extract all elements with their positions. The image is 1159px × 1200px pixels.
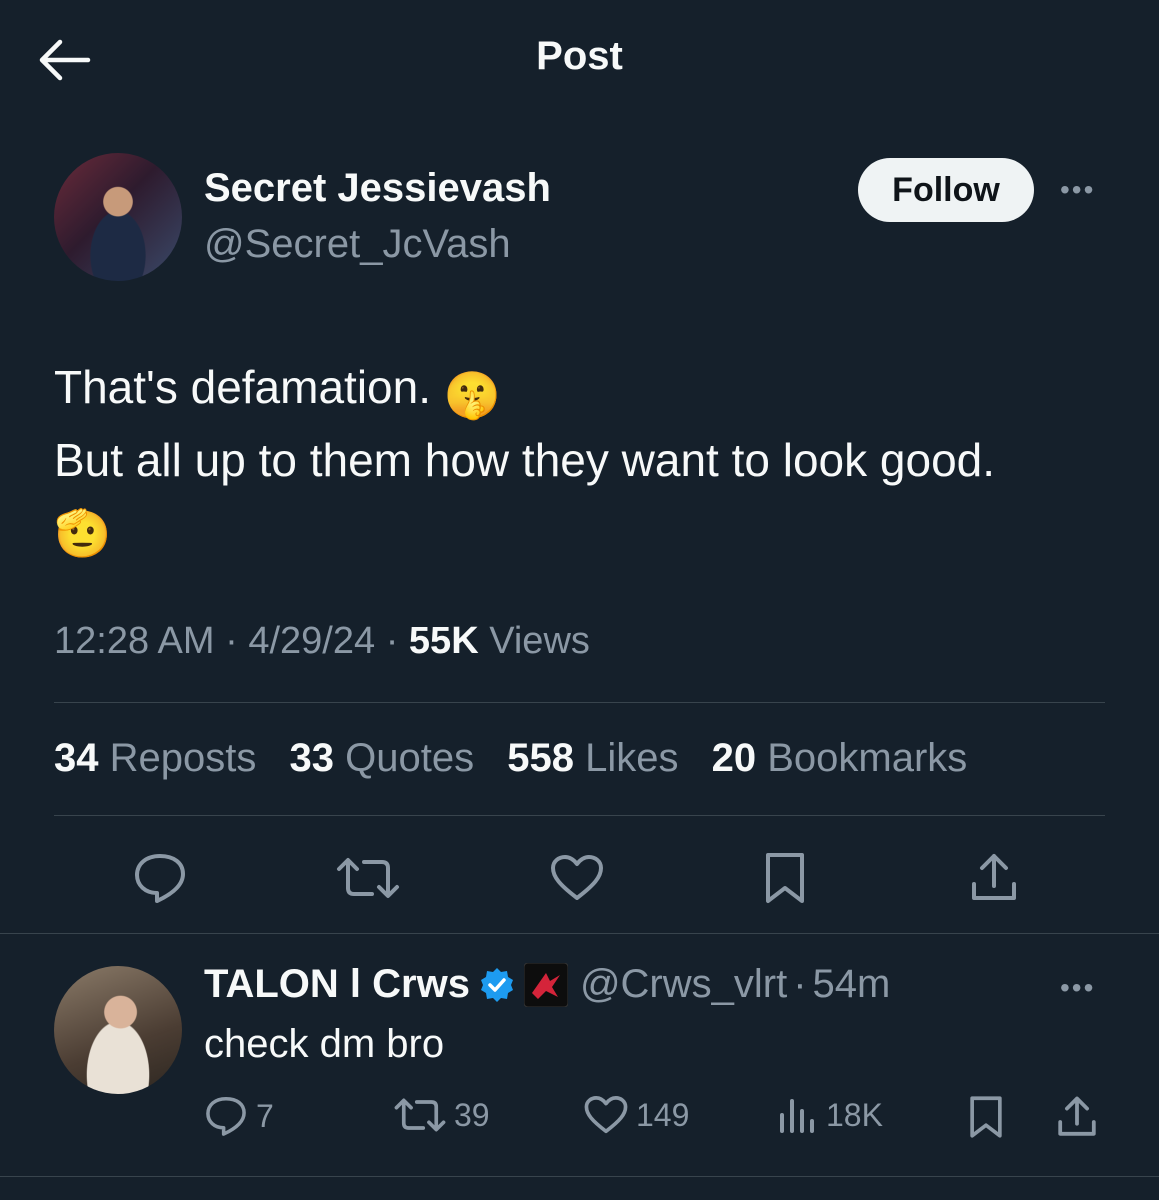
post-stats: 34 Reposts 33 Quotes 558 Likes 20 Bookma… [54,736,989,781]
post-text-line1: That's defamation. [54,361,431,413]
reply-likes-count: 149 [636,1096,690,1133]
reply-author-handle[interactable]: @Crws_vlrt [580,962,787,1007]
quotes-stat[interactable]: 33 Quotes [290,736,475,780]
reply-icon[interactable] [128,846,192,910]
reposts-label: Reposts [109,736,257,780]
reply-icon [206,1096,246,1136]
reply-more-options-icon[interactable]: ••• [1060,972,1095,1004]
bookmark-icon[interactable] [753,846,817,910]
post-text: That's defamation. 🤫 But all up to them … [54,355,1114,566]
reply-views-button[interactable]: 18K [778,1095,883,1135]
saluting-face-icon: 🫡 [54,507,112,559]
reply-time[interactable]: 54m [813,962,891,1007]
reply-text: check dm bro [204,1022,445,1066]
reply-bookmark-icon[interactable] [968,1095,1012,1139]
reply-replies-count: 7 [256,1097,274,1134]
reply-avatar[interactable] [54,966,182,1094]
quotes-label: Quotes [345,736,475,780]
more-options-icon[interactable]: ••• [1060,174,1095,206]
divider [0,1176,1159,1177]
post-text-line2: But all up to them how they want to look… [54,434,996,486]
separator: · [793,962,807,1006]
author-handle[interactable]: @Secret_JcVash [204,222,511,267]
divider [0,933,1159,934]
divider [54,815,1105,816]
reply-repost-button[interactable]: 39 [394,1095,490,1135]
reply-header: TALON l Crws @Crws_vlrt · 54m [204,962,890,1007]
author-name[interactable]: Secret Jessievash [204,166,551,211]
reply-share-icon[interactable] [1056,1095,1106,1139]
likes-count: 558 [507,736,574,780]
likes-label: Likes [585,736,679,780]
repost-icon [394,1098,446,1132]
separator: · [225,620,238,662]
reply-reposts-count: 39 [454,1096,490,1133]
reply-author-name[interactable]: TALON l Crws [204,962,470,1007]
bookmarks-stat[interactable]: 20 Bookmarks [712,736,968,780]
like-icon [584,1096,628,1134]
repost-icon[interactable] [336,846,400,910]
shushing-face-icon: 🤫 [443,369,502,421]
reposts-stat[interactable]: 34 Reposts [54,736,256,780]
analytics-icon [780,1099,814,1133]
team-affiliation-icon [523,962,568,1007]
post-meta: 12:28 AM · 4/29/24 · 55K Views [54,620,590,663]
reply-views-count: 18K [826,1096,883,1133]
post-date: 4/29/24 [248,620,376,662]
page-title: Post [536,34,623,78]
verified-badge-icon [478,966,516,1004]
like-icon[interactable] [545,846,609,910]
reply-like-button[interactable]: 149 [584,1095,689,1135]
views-label[interactable]: Views [489,620,590,662]
views-count: 55K [408,620,479,662]
separator: · [385,620,399,662]
bookmarks-count: 20 [711,736,757,780]
divider [54,702,1105,703]
follow-button[interactable]: Follow [858,158,1034,222]
bookmarks-label: Bookmarks [767,736,968,780]
quotes-count: 33 [289,736,335,780]
share-icon[interactable] [962,846,1026,910]
reposts-count: 34 [54,736,99,780]
avatar[interactable] [54,153,182,281]
likes-stat[interactable]: 558 Likes [507,736,678,780]
reply-reply-button[interactable]: 7 [204,1095,274,1137]
post-time: 12:28 AM [54,620,215,662]
